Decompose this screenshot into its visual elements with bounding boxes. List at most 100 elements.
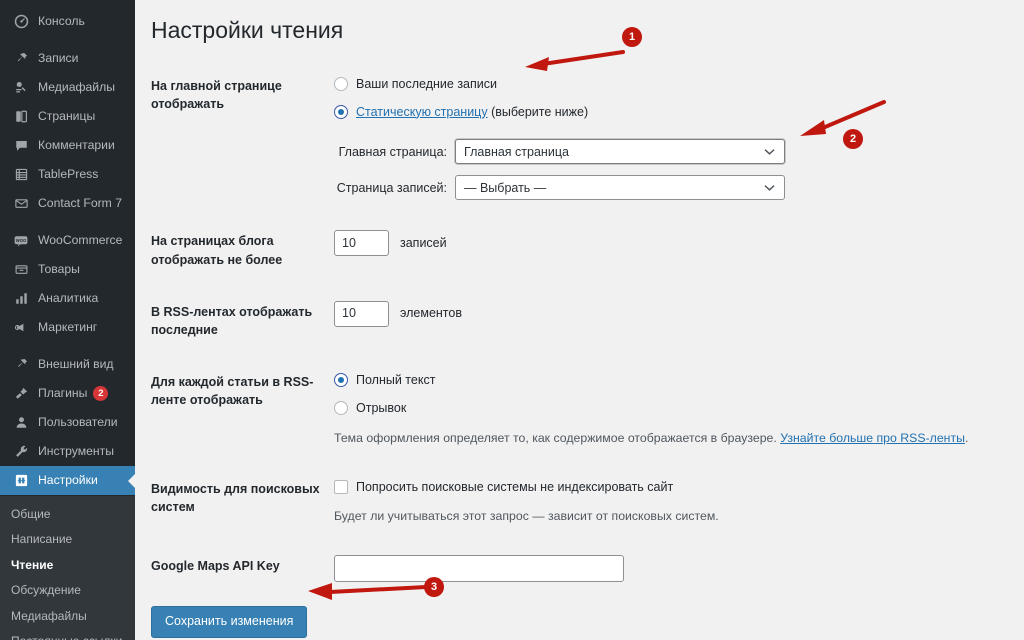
search-visibility-checkbox-row[interactable]: Попросить поисковые системы не индексиро…	[334, 478, 999, 497]
sidebar-item-tablepress[interactable]: TablePress	[0, 160, 135, 189]
sidebar-item-label: Настройки	[38, 473, 98, 488]
analytics-icon	[11, 289, 31, 309]
submenu-item-media[interactable]: Медиафайлы	[0, 604, 135, 629]
comments-icon	[11, 136, 31, 156]
sidebar-item-label: Записи	[38, 51, 79, 66]
sidebar-item-pages[interactable]: Страницы	[0, 102, 135, 131]
sidebar-item-appearance[interactable]: Внешний вид	[0, 350, 135, 379]
admin-sidebar: Консоль Записи Медиафайлы Страницы Комме…	[0, 0, 135, 640]
static-page-suffix: (выберите ниже)	[487, 104, 589, 119]
sidebar-item-settings[interactable]: Настройки	[0, 466, 135, 495]
megaphone-icon	[11, 318, 31, 338]
posts-page-select-value: — Выбрать —	[464, 180, 547, 195]
homepage-select[interactable]: Главная страница	[455, 139, 785, 165]
chevron-down-icon	[764, 143, 775, 162]
rss-description: Тема оформления определяет то, как содер…	[334, 429, 999, 447]
homepage-select-value: Главная страница	[464, 144, 569, 159]
sidebar-item-label: Плагины	[38, 386, 88, 401]
rss-items-row: В RSS-лентах отображать последние 10 эле…	[149, 286, 1009, 356]
front-page-label: На главной странице отображать	[151, 78, 282, 112]
wordpress-admin-screen: Консоль Записи Медиафайлы Страницы Комме…	[0, 0, 1024, 640]
sidebar-item-posts[interactable]: Записи	[0, 44, 135, 73]
homepage-select-label: Главная страница:	[338, 144, 447, 159]
users-icon	[11, 413, 31, 433]
sidebar-item-contact-form-7[interactable]: Contact Form 7	[0, 189, 135, 218]
woocommerce-icon: WOO	[11, 231, 31, 251]
sidebar-item-label: Комментарии	[38, 138, 115, 153]
rss-excerpt-label: Отрывок	[356, 400, 407, 415]
sidebar-item-woocommerce[interactable]: WOO WooCommerce	[0, 226, 135, 255]
sidebar-item-comments[interactable]: Комментарии	[0, 131, 135, 160]
settings-icon	[11, 471, 31, 491]
rss-full-text-label: Полный текст	[356, 372, 436, 387]
rss-items-unit: элементов	[400, 306, 462, 321]
sidebar-item-label: Пользователи	[38, 415, 118, 430]
posts-page-select-label: Страница записей:	[336, 180, 447, 195]
submenu-item-discussion[interactable]: Обсуждение	[0, 578, 135, 603]
products-icon	[11, 260, 31, 280]
sidebar-item-analytics[interactable]: Аналитика	[0, 284, 135, 313]
sidebar-item-label: Аналитика	[38, 291, 99, 306]
svg-text:WOO: WOO	[16, 237, 27, 242]
submenu-item-reading[interactable]: Чтение	[0, 553, 135, 578]
posts-per-page-input[interactable]: 10	[334, 230, 389, 257]
plugins-update-badge: 2	[93, 386, 109, 401]
sidebar-item-label: Медиафайлы	[38, 80, 115, 95]
media-icon	[11, 78, 31, 98]
table-icon	[11, 165, 31, 185]
sidebar-item-products[interactable]: Товары	[0, 255, 135, 284]
posts-per-page-row: На страницах блога отображать не более 1…	[149, 215, 1009, 285]
rss-description-text: Тема оформления определяет то, как содер…	[334, 431, 781, 446]
sidebar-item-plugins[interactable]: Плагины 2	[0, 379, 135, 408]
sidebar-item-label: Инструменты	[38, 444, 114, 459]
submenu-item-general[interactable]: Общие	[0, 502, 135, 527]
appearance-icon	[11, 355, 31, 375]
posts-page-select[interactable]: — Выбрать —	[455, 175, 785, 201]
sidebar-item-users[interactable]: Пользователи	[0, 408, 135, 437]
search-visibility-checkbox[interactable]	[334, 480, 348, 495]
latest-posts-radio-row[interactable]: Ваши последние записи	[334, 75, 999, 94]
sidebar-item-tools[interactable]: Инструменты	[0, 437, 135, 466]
homepage-select-row: Главная страница: Главная страница	[334, 139, 999, 165]
rss-items-label: В RSS-лентах отображать последние	[151, 304, 313, 337]
latest-posts-label: Ваши последние записи	[356, 76, 497, 91]
sidebar-item-label: Внешний вид	[38, 357, 114, 372]
search-visibility-description: Будет ли учитываться этот запрос — завис…	[334, 508, 719, 523]
sidebar-item-dashboard[interactable]: Консоль	[0, 7, 135, 36]
chevron-down-icon	[764, 179, 775, 198]
sidebar-item-media[interactable]: Медиафайлы	[0, 73, 135, 102]
posts-page-select-row: Страница записей: — Выбрать —	[334, 175, 999, 201]
google-maps-api-input[interactable]	[334, 555, 624, 583]
google-maps-api-row: Google Maps API Key	[149, 540, 1009, 597]
rss-full-text-radio-row[interactable]: Полный текст	[334, 371, 999, 390]
search-visibility-checkbox-label: Попросить поисковые системы не индексиро…	[356, 479, 674, 494]
plugins-icon	[11, 384, 31, 404]
posts-per-page-unit: записей	[400, 236, 447, 251]
rss-items-input[interactable]: 10	[334, 300, 389, 327]
static-page-radio[interactable]	[334, 105, 348, 120]
sidebar-item-label: Contact Form 7	[38, 196, 122, 211]
posts-per-page-label: На страницах блога отображать не более	[151, 234, 283, 267]
tools-icon	[11, 442, 31, 462]
latest-posts-radio[interactable]	[334, 77, 348, 92]
sidebar-item-label: Товары	[38, 262, 80, 277]
static-page-radio-row[interactable]: Статическую страницу (выберите ниже)	[334, 103, 999, 122]
rss-learn-more-link[interactable]: Узнайте больше про RSS-ленты	[780, 431, 965, 445]
submenu-item-writing[interactable]: Написание	[0, 527, 135, 552]
rss-excerpt-radio[interactable]	[334, 401, 348, 416]
save-changes-button[interactable]: Сохранить изменения	[151, 606, 308, 638]
sidebar-item-marketing[interactable]: Маркетинг	[0, 313, 135, 342]
settings-reading-content: Настройки чтения На главной странице ото…	[135, 0, 1024, 640]
rss-excerpt-row: Для каждой статьи в RSS-ленте отображать…	[149, 356, 1009, 463]
front-page-row: На главной странице отображать Ваши посл…	[149, 60, 1009, 216]
search-visibility-row: Видимость для поисковых систем Попросить…	[149, 463, 1009, 540]
sidebar-divider	[0, 36, 135, 44]
rss-full-text-radio[interactable]	[334, 373, 348, 388]
submit-area: Сохранить изменения	[149, 597, 1024, 638]
rss-excerpt-radio-row[interactable]: Отрывок	[334, 399, 999, 418]
envelope-icon	[11, 194, 31, 214]
submenu-item-permalinks[interactable]: Постоянные ссылки	[0, 629, 135, 640]
static-page-link[interactable]: Статическую страницу	[356, 105, 488, 119]
sidebar-item-label: WooCommerce	[38, 233, 123, 248]
sidebar-item-label: Маркетинг	[38, 320, 98, 335]
